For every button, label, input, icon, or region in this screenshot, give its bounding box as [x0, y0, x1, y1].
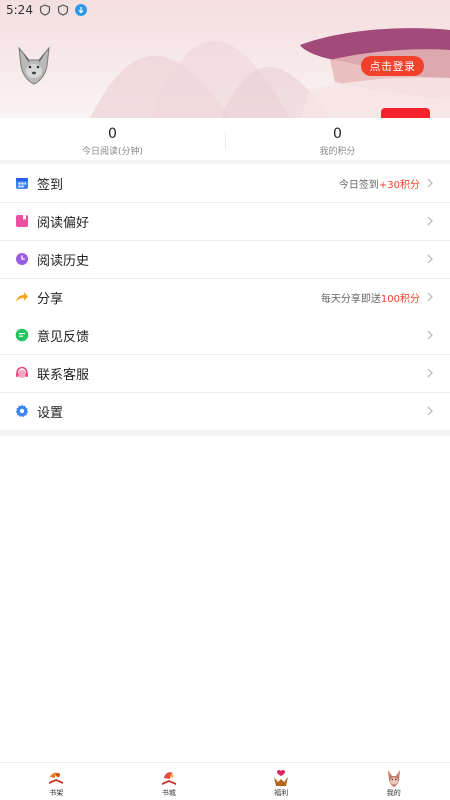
stat-value: 0 — [108, 126, 117, 142]
customer-service-icon — [16, 366, 28, 378]
chevron-right-icon — [427, 292, 433, 302]
menu-note — [420, 406, 434, 416]
menu-note: 每天分享即送 100积分 — [321, 290, 434, 305]
menu-note-points: 100积分 — [380, 293, 420, 305]
feedback-icon — [15, 328, 29, 342]
stat-label: 今日阅读(分钟) — [81, 147, 144, 157]
bottom-navigation: 书架 书城 福利 我的 — [0, 762, 450, 800]
chevron-right-icon — [427, 216, 433, 226]
chevron-right-icon — [427, 406, 433, 416]
avatar[interactable] — [17, 46, 51, 86]
menu-note — [420, 216, 434, 226]
shield-icon — [39, 4, 51, 16]
section-gap — [0, 430, 450, 436]
menu-label: 设置 — [37, 405, 64, 421]
menu-label: 签到 — [37, 177, 64, 193]
menu-label: 分享 — [37, 291, 64, 307]
welfare-icon — [274, 769, 289, 786]
stat-value: 0 — [333, 126, 342, 142]
nav-tab-bookshelf[interactable]: 书架 — [0, 763, 113, 800]
login-button[interactable]: 点击登录 — [361, 56, 424, 76]
clock-icon — [16, 253, 28, 265]
menu-label: 联系客服 — [37, 367, 90, 383]
menu-note-text: 今日签到 — [338, 179, 379, 191]
red-badge-tab — [381, 108, 430, 118]
download-notification-icon — [74, 4, 87, 16]
menu-note — [420, 330, 434, 340]
nav-label: 书架 — [49, 789, 64, 797]
nav-label: 福利 — [274, 789, 289, 797]
nav-tab-welfare[interactable]: 福利 — [225, 763, 338, 800]
calendar-icon — [16, 178, 28, 189]
menu-note-points: +30积分 — [378, 179, 420, 191]
shield-icon — [57, 4, 69, 16]
profile-icon — [387, 770, 400, 787]
chevron-right-icon — [427, 368, 433, 378]
menu-item-customer-service[interactable]: 联系客服 — [0, 354, 450, 392]
settings-gear-icon — [15, 404, 29, 417]
chevron-right-icon — [427, 254, 433, 264]
nav-label: 我的 — [386, 789, 401, 797]
stat-label: 我的积分 — [319, 147, 356, 157]
menu-group-secondary: 意见反馈 联系客服 设置 — [0, 316, 450, 430]
nav-tab-profile[interactable]: 我的 — [338, 763, 450, 800]
menu-label: 意见反馈 — [37, 329, 90, 345]
menu-item-reading-history[interactable]: 阅读历史 — [0, 240, 450, 278]
menu-note — [420, 254, 434, 264]
stat-my-points[interactable]: 0 我的积分 — [225, 118, 450, 160]
bookshelf-icon — [49, 772, 64, 784]
status-time: 5:24 — [6, 3, 33, 17]
menu-item-checkin[interactable]: 签到 今日签到 +30积分 — [0, 164, 450, 202]
menu-item-reading-preference[interactable]: 阅读偏好 — [0, 202, 450, 240]
menu-item-feedback[interactable]: 意见反馈 — [0, 316, 450, 354]
bookstore-icon — [161, 772, 176, 785]
chevron-right-icon — [427, 178, 433, 188]
stat-divider — [225, 132, 226, 150]
stat-reading-today[interactable]: 0 今日阅读(分钟) — [0, 118, 225, 160]
nav-label: 书城 — [161, 789, 176, 797]
menu-label: 阅读历史 — [37, 253, 90, 269]
stats-bar: 0 今日阅读(分钟) 0 我的积分 — [0, 118, 450, 160]
menu-label: 阅读偏好 — [37, 215, 90, 231]
menu-item-settings[interactable]: 设置 — [0, 392, 450, 430]
menu-note-text: 每天分享即送 — [320, 293, 381, 305]
profile-header: 5:24 点击登录 — [0, 0, 450, 118]
menu-note — [420, 368, 434, 378]
menu-group-primary: 签到 今日签到 +30积分 阅读偏好 阅读历史 分享 每天分享即送 100积分 — [0, 164, 450, 316]
menu-note: 今日签到 +30积分 — [339, 176, 434, 191]
bookmark-icon — [16, 215, 28, 227]
chevron-right-icon — [427, 330, 433, 340]
status-bar: 5:24 — [0, 0, 450, 20]
share-icon — [16, 292, 28, 302]
menu-item-share[interactable]: 分享 每天分享即送 100积分 — [0, 278, 450, 316]
nav-tab-bookstore[interactable]: 书城 — [113, 763, 226, 800]
